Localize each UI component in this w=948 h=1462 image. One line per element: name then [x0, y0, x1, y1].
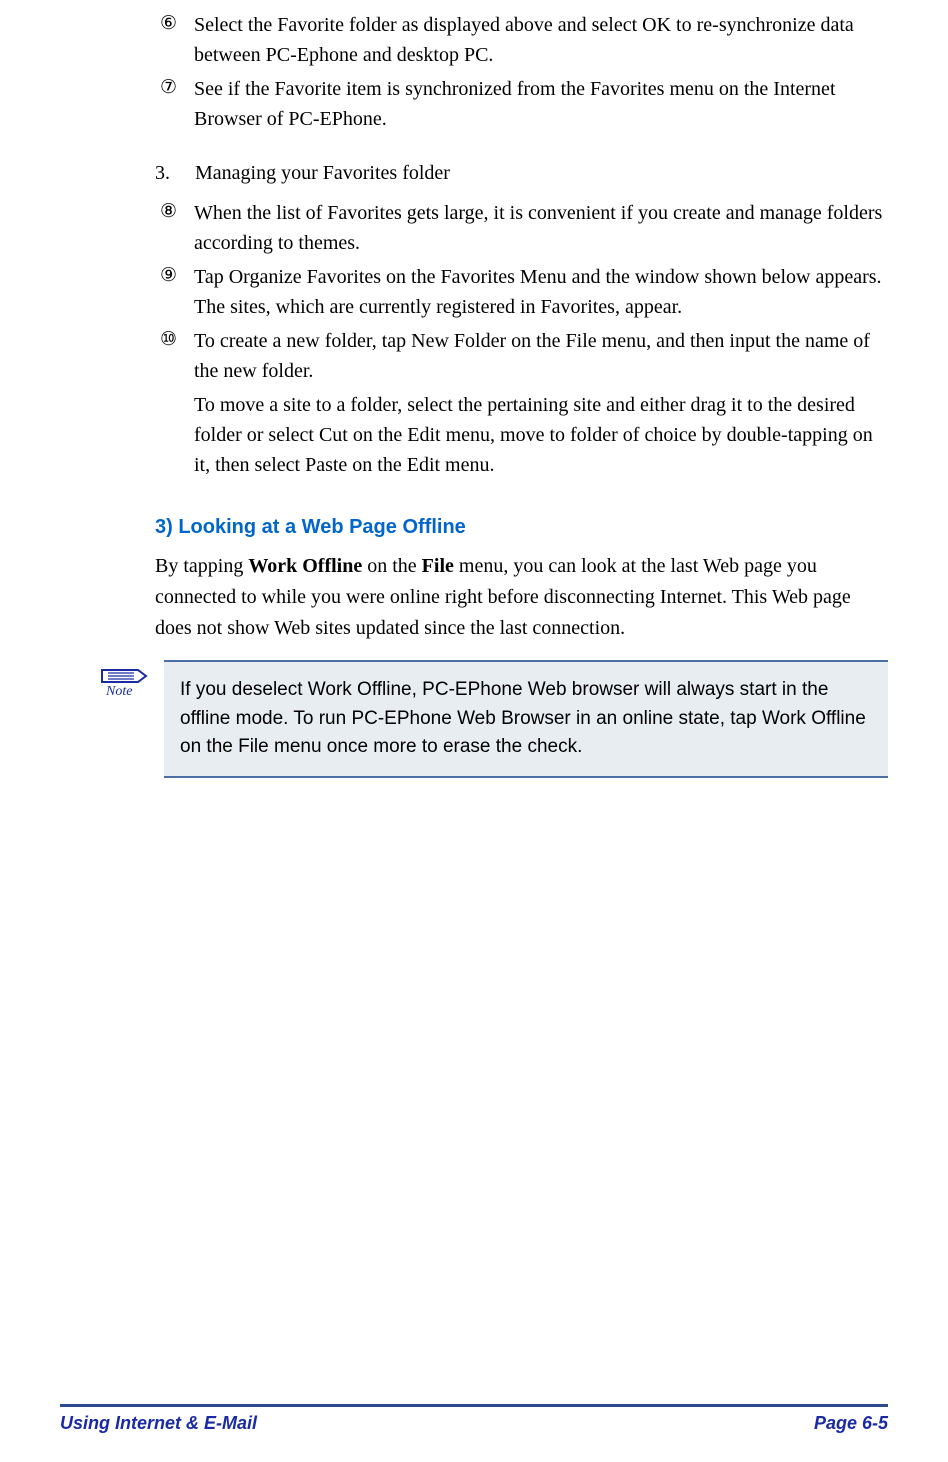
list-item: ⑦ See if the Favorite item is synchroniz…	[60, 74, 888, 134]
list-item: To move a site to a folder, select the p…	[60, 390, 888, 480]
note-label: Note	[105, 684, 132, 698]
footer-right: Page 6-5	[814, 1413, 888, 1434]
page-footer: Using Internet & E-Mail Page 6-5	[0, 1404, 948, 1434]
note-block: Note If you deselect Work Offline, PC-EP…	[100, 660, 888, 778]
note-box: If you deselect Work Offline, PC-EPhone …	[164, 660, 888, 778]
list-item: ⑧ When the list of Favorites gets large,…	[60, 198, 888, 258]
list-text: Select the Favorite folder as displayed …	[194, 10, 888, 70]
note-icon: Note	[100, 660, 156, 778]
blank-marker	[160, 390, 194, 480]
section-paragraph: By tapping Work Offline on the File menu…	[60, 551, 888, 644]
circled-6-marker: ⑥	[160, 10, 194, 70]
list-text: See if the Favorite item is synchronized…	[194, 74, 888, 134]
circled-9-marker: ⑨	[160, 262, 194, 322]
list-item: ⑩ To create a new folder, tap New Folder…	[60, 326, 888, 386]
circled-8-marker: ⑧	[160, 198, 194, 258]
numbered-item: 3. Managing your Favorites folder	[60, 158, 888, 188]
list-text: To create a new folder, tap New Folder o…	[194, 326, 888, 386]
para-text: on the	[362, 555, 421, 577]
list-text: When the list of Favorites gets large, i…	[194, 198, 888, 258]
circled-7-marker: ⑦	[160, 74, 194, 134]
list-text: Tap Organize Favorites on the Favorites …	[194, 262, 888, 322]
footer-left: Using Internet & E-Mail	[60, 1413, 257, 1434]
section-heading: 3) Looking at a Web Page Offline	[60, 516, 888, 539]
list-text: To move a site to a folder, select the p…	[194, 390, 888, 480]
para-bold: Work Offline	[248, 555, 362, 577]
numbered-text: Managing your Favorites folder	[195, 158, 450, 188]
page-content: ⑥ Select the Favorite folder as displaye…	[0, 0, 948, 778]
note-text: If you deselect Work Offline, PC-EPhone …	[180, 679, 866, 757]
number-3-marker: 3.	[155, 158, 195, 188]
list-item: ⑥ Select the Favorite folder as displaye…	[60, 10, 888, 70]
circled-10-marker: ⑩	[160, 326, 194, 386]
list-item: ⑨ Tap Organize Favorites on the Favorite…	[60, 262, 888, 322]
footer-rule	[60, 1404, 888, 1407]
para-text: By tapping	[155, 555, 248, 577]
para-bold: File	[422, 555, 454, 577]
